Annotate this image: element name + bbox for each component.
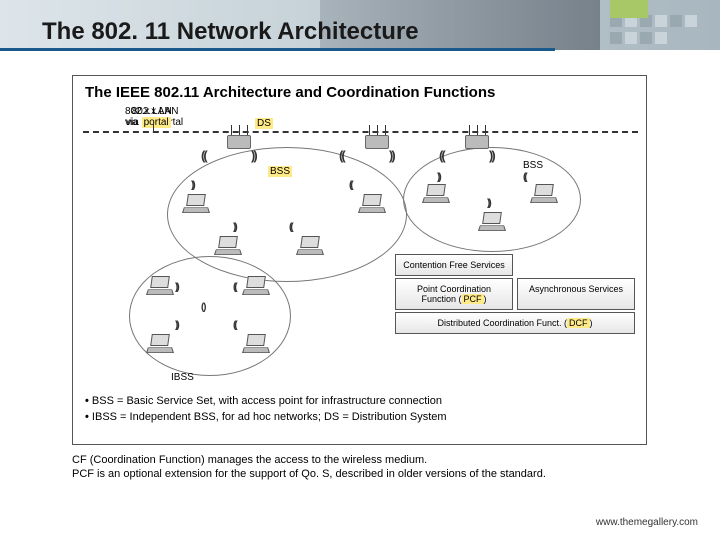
radio-wave-icon: (( [523,172,526,183]
dcf-box: Distributed Coordination Funct. (DCF) [395,312,635,334]
radio-wave-icon: (( [233,320,236,331]
radio-wave-icon: (( [201,148,206,163]
slide-caption: CF (Coordination Function) manages the a… [72,453,546,482]
radio-wave-icon: )) [191,180,194,191]
radio-wave-icon: (( [289,222,292,233]
bullet-ibss: IBSS = Independent BSS, for ad hoc netwo… [85,410,447,425]
header-dots [610,15,700,45]
lan-portal-label2: 802.x LANvia portal [125,106,172,128]
laptop-icon [145,276,175,298]
laptop-icon [529,184,559,206]
radio-wave-icon: ( ) [201,302,204,313]
radio-wave-icon: )) [489,148,494,163]
laptop-icon [181,194,211,216]
radio-wave-icon: )) [487,198,490,209]
ibss-label: IBSS [171,372,194,383]
laptop-icon [477,212,507,234]
laptop-icon [295,236,325,258]
caption-line2: PCF is an optional extension for the sup… [72,467,546,481]
title-underline [0,48,555,51]
laptop-icon [357,194,387,216]
radio-wave-icon: )) [233,222,236,233]
radio-wave-icon: )) [251,148,256,163]
bullet-bss: BSS = Basic Service Set, with access poi… [85,394,447,409]
async-services-box: Asynchronous Services [517,278,635,310]
bss-label: BSS [268,166,292,177]
header-accent [610,0,648,18]
radio-wave-icon: (( [349,180,352,191]
laptop-icon [421,184,451,206]
laptop-icon [145,334,175,356]
diagram-title: The IEEE 802.11 Architecture and Coordin… [85,84,495,101]
radio-wave-icon: )) [437,172,440,183]
radio-wave-icon: )) [175,320,178,331]
coordination-stack: Contention Free Services Point Coordinat… [391,254,637,336]
footer-url: www.themegallery.com [596,517,698,528]
portal-connector [153,122,154,131]
radio-wave-icon: )) [175,282,178,293]
laptop-icon [213,236,243,258]
laptop-icon [241,334,271,356]
radio-wave-icon: (( [233,282,236,293]
cf-services-box: Contention Free Services [395,254,513,276]
pcf-box: Point Coordination Function (PCF) [395,278,513,310]
laptop-icon [241,276,271,298]
architecture-diagram: The IEEE 802.11 Architecture and Coordin… [72,75,647,445]
slide-title: The 802. 11 Network Architecture [42,18,419,46]
bss-label: BSS [523,160,543,171]
radio-wave-icon: )) [389,148,394,163]
radio-wave-icon: (( [439,148,444,163]
radio-wave-icon: (( [339,148,344,163]
legend-bullets: BSS = Basic Service Set, with access poi… [85,394,447,427]
caption-line1: CF (Coordination Function) manages the a… [72,453,546,467]
ds-label: DS [255,118,273,129]
ibss-ellipse [129,256,291,376]
